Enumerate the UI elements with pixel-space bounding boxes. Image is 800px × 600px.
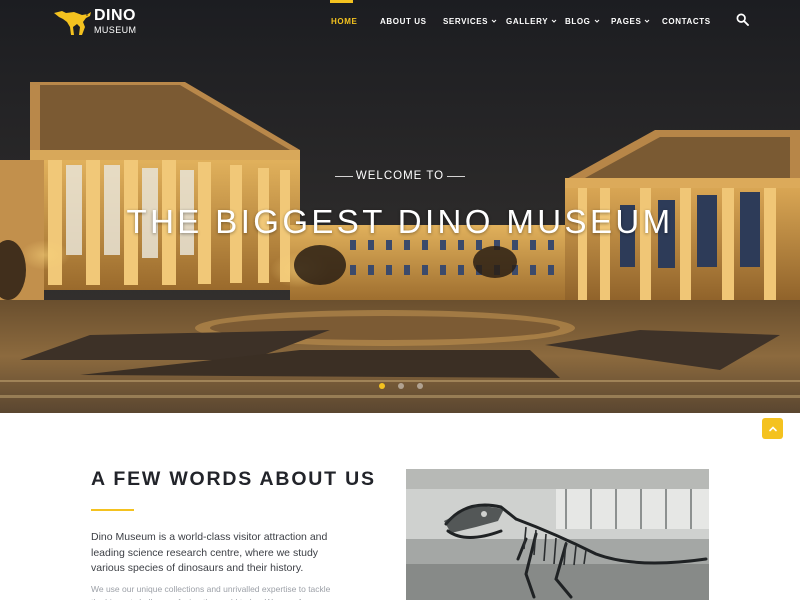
chevron-down-icon [594, 19, 599, 23]
nav-item-gallery[interactable]: GALLERY [506, 15, 557, 27]
nav-item-services[interactable]: SERVICES [443, 15, 497, 27]
chevron-down-icon [645, 19, 650, 23]
scroll-to-top-button[interactable] [762, 418, 783, 439]
logo-title: DINO [94, 6, 136, 24]
slider-dot-3[interactable] [417, 383, 423, 389]
chevron-down-icon [491, 19, 497, 23]
nav-item-label: HOME [331, 16, 358, 26]
hero-slider: DINO MUSEUM HOME ABOUT US SERVICES GALLE… [0, 0, 800, 413]
about-body-text: We use our unique collections and unriva… [91, 584, 331, 600]
chevron-down-icon [551, 19, 557, 23]
logo-subtitle: MUSEUM [94, 24, 137, 35]
search-icon[interactable] [736, 13, 749, 26]
about-heading: A FEW WORDS ABOUT US [91, 468, 376, 490]
nav-item-blog[interactable]: BLOG [565, 15, 600, 27]
dinosaur-skeleton-photo [406, 469, 709, 600]
hero-title: THE BIGGEST DINO MUSEUM [126, 203, 674, 240]
slider-dot-2[interactable] [398, 383, 404, 389]
nav-item-contacts[interactable]: CONTACTS [662, 15, 711, 27]
kicker-line-left [335, 175, 353, 177]
slider-dot-1[interactable] [379, 383, 385, 389]
site-header: DINO MUSEUM HOME ABOUT US SERVICES GALLE… [0, 0, 800, 42]
nav-item-label: ABOUT US [380, 16, 427, 26]
site-logo[interactable]: DINO MUSEUM [52, 5, 136, 37]
nav-item-label: SERVICES [443, 16, 489, 26]
nav-item-home[interactable]: HOME [331, 15, 357, 27]
nav-item-pages[interactable]: PAGES [611, 15, 650, 27]
nav-item-label: GALLERY [506, 16, 549, 26]
nav-item-label: BLOG [565, 16, 591, 26]
dinosaur-logo-icon [54, 11, 91, 35]
nav-item-about-us[interactable]: ABOUT US [380, 15, 427, 27]
active-nav-indicator [330, 0, 353, 3]
nav-item-label: PAGES [611, 16, 642, 26]
nav-item-label: CONTACTS [662, 16, 711, 26]
hero-kicker: WELCOME TO [335, 169, 465, 183]
hero-kicker-text: WELCOME TO [355, 170, 445, 182]
slider-pagination [379, 383, 423, 389]
skeleton-image [406, 469, 709, 600]
chevron-up-icon [768, 425, 777, 431]
about-lead-text: Dino Museum is a world-class visitor att… [91, 531, 328, 574]
heading-underline [91, 509, 134, 511]
kicker-line-right [446, 175, 465, 177]
